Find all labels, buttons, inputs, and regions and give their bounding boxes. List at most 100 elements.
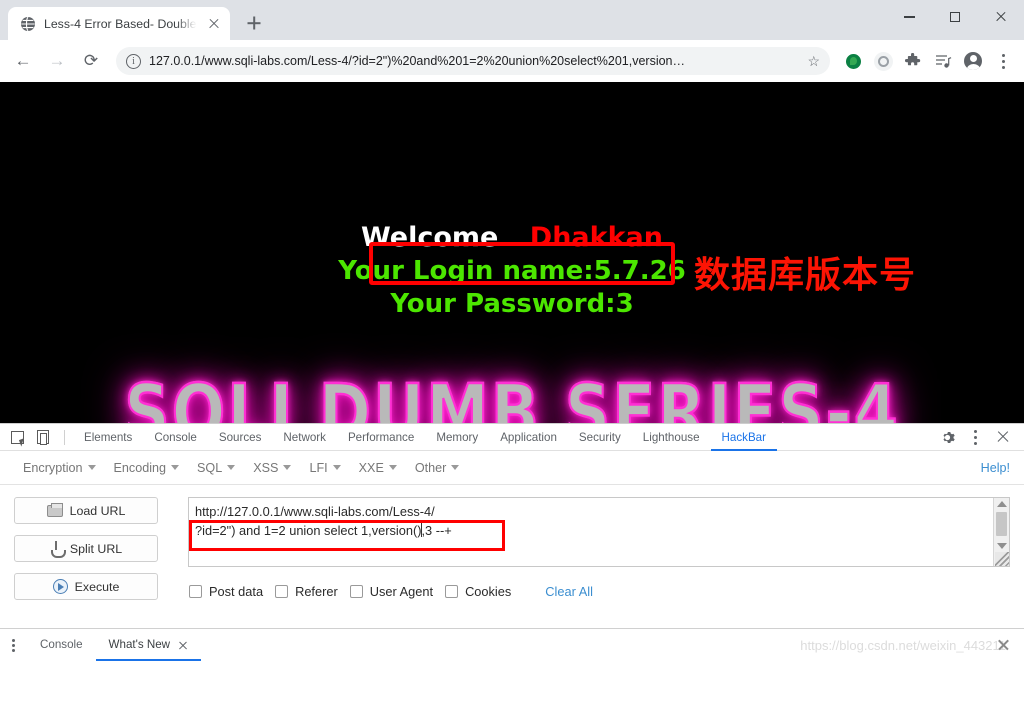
play-icon [52, 579, 68, 594]
textarea-scrollbar[interactable] [993, 498, 1009, 566]
checkbox[interactable] [189, 585, 202, 598]
devtools-tab-hackbar[interactable]: HackBar [711, 424, 777, 451]
hackbar-menu-other[interactable]: Other [406, 461, 469, 475]
chevron-down-icon [87, 465, 96, 470]
hackbar-action-buttons: Load URL Split URL Execute [14, 497, 158, 600]
checkbox[interactable] [445, 585, 459, 598]
devtools-tab-network[interactable]: Network [272, 424, 337, 451]
button-label: Execute [74, 579, 120, 594]
extension-circle-icon[interactable] [870, 48, 896, 74]
url-line-2-before-caret: ?id=2") and 1=2 union select 1,version() [195, 523, 422, 538]
hackbar-url-area: http://127.0.0.1/www.sqli-labs.com/Less-… [188, 497, 1010, 600]
puzzle-icon[interactable] [900, 48, 926, 74]
devtools-tab-lighthouse[interactable]: Lighthouse [632, 424, 711, 451]
menu-label: Encoding [113, 460, 167, 475]
drawer-tab-whats-new[interactable]: What's New [96, 629, 201, 661]
bookmark-star-icon[interactable]: ☆ [803, 53, 824, 70]
hackbar-menu-encryption[interactable]: Encryption [14, 461, 105, 475]
resize-grip-icon[interactable] [994, 552, 1009, 566]
devtools-tab-security[interactable]: Security [568, 424, 632, 451]
url-textarea[interactable]: http://127.0.0.1/www.sqli-labs.com/Less-… [188, 497, 1010, 567]
devtools-tab-sources[interactable]: Sources [208, 424, 273, 451]
scroll-up-icon[interactable] [996, 501, 1007, 507]
drawer-tab-close-icon[interactable] [178, 640, 188, 650]
menu-label: Encryption [23, 460, 83, 475]
drawer-tab-label: Console [40, 638, 83, 651]
devtools-tabbar: Elements Console Sources Network Perform… [0, 424, 1024, 451]
option-label: Post data [209, 584, 264, 599]
hackbar-menu-xxe[interactable]: XXE [350, 461, 406, 475]
hackbar-options-row: Post data Referer User Agent Cookies Cle… [188, 584, 1010, 599]
globe-icon [21, 16, 35, 31]
split-url-button[interactable]: Split URL [14, 535, 158, 562]
drawer-tab-label: What's New [108, 638, 171, 651]
execute-button[interactable]: Execute [14, 573, 158, 600]
device-toolbar-icon[interactable] [30, 425, 56, 449]
back-icon[interactable]: ← [8, 46, 38, 76]
divider [64, 429, 65, 445]
tab-close-icon[interactable] [206, 16, 222, 32]
devtools-panel: Elements Console Sources Network Perform… [0, 423, 1024, 661]
scrollbar-thumb[interactable] [996, 512, 1007, 536]
browser-chrome: Less-4 Error Based- DoubleQu ← → ⟳ i 127… [0, 0, 1024, 82]
url-line-2-after-caret: ,3 --+ [421, 523, 452, 538]
clear-all-link[interactable]: Clear All [545, 584, 593, 599]
devtools-tab-memory[interactable]: Memory [425, 424, 489, 451]
load-url-icon [46, 502, 63, 517]
hackbar-help-link[interactable]: Help! [981, 461, 1024, 475]
menu-label: XSS [253, 460, 279, 475]
button-label: Split URL [69, 541, 123, 556]
tab-title: Less-4 Error Based- DoubleQu [44, 16, 198, 31]
checkbox[interactable] [275, 585, 289, 598]
media-playlist-icon[interactable] [930, 48, 956, 74]
hackbar-panel: Encryption Encoding SQL XSS LFI XXE Othe… [0, 451, 1024, 661]
window-maximize-button[interactable] [932, 0, 978, 34]
url-text: 127.0.0.1/www.sqli-labs.com/Less-4/?id=2… [149, 54, 686, 68]
hackbar-menu-sql[interactable]: SQL [188, 461, 244, 475]
load-url-button[interactable]: Load URL [14, 497, 158, 524]
hackbar-menu-encoding[interactable]: Encoding [105, 461, 189, 475]
menu-label: LFI [309, 460, 328, 475]
option-referer[interactable]: Referer [275, 584, 338, 599]
forward-icon[interactable]: → [42, 46, 72, 76]
address-bar[interactable]: i 127.0.0.1/www.sqli-labs.com/Less-4/?id… [116, 47, 830, 75]
window-controls [886, 0, 1024, 34]
drawer-tab-console[interactable]: Console [27, 629, 96, 661]
devtools-drawer: Console What's New https://blog.csdn.net… [0, 628, 1024, 661]
devtools-tab-console[interactable]: Console [143, 424, 208, 451]
chinese-annotation-text: 数据库版本号 [694, 255, 917, 296]
option-post-data[interactable]: Post data [189, 584, 263, 599]
scroll-down-icon[interactable] [996, 543, 1007, 549]
hackbar-body: Load URL Split URL Execute http://127.0.… [0, 485, 1024, 600]
option-cookies[interactable]: Cookies [445, 584, 511, 599]
devtools-tab-elements[interactable]: Elements [73, 424, 143, 451]
drawer-more-icon[interactable] [12, 638, 15, 652]
extension-green-icon[interactable] [840, 48, 866, 74]
chevron-down-icon [227, 465, 236, 470]
hackbar-menu-xss[interactable]: XSS [244, 461, 300, 475]
window-close-button[interactable] [978, 0, 1024, 34]
devtools-tab-application[interactable]: Application [489, 424, 568, 451]
welcome-text: Welcome [360, 222, 499, 253]
checkbox[interactable] [349, 585, 363, 598]
window-minimize-button[interactable] [886, 0, 932, 34]
browser-menu-icon[interactable] [990, 48, 1016, 74]
option-user-agent[interactable]: User Agent [349, 584, 433, 599]
devtools-tab-performance[interactable]: Performance [337, 424, 425, 451]
reload-icon[interactable]: ⟳ [76, 46, 106, 76]
profile-avatar[interactable] [960, 48, 986, 74]
url-line-1: http://127.0.0.1/www.sqli-labs.com/Less-… [195, 504, 435, 519]
devtools-more-icon[interactable] [962, 425, 988, 449]
dhakkan-text: Dhakkan [529, 222, 663, 253]
devtools-close-icon[interactable] [990, 425, 1016, 449]
option-label: Referer [295, 584, 338, 599]
inspect-element-icon[interactable] [4, 425, 30, 449]
chevron-down-icon [171, 465, 180, 470]
new-tab-button[interactable] [240, 9, 268, 37]
hackbar-menu-lfi[interactable]: LFI [300, 461, 349, 475]
browser-tab[interactable]: Less-4 Error Based- DoubleQu [8, 7, 230, 40]
gear-icon[interactable] [934, 425, 960, 449]
chevron-down-icon [283, 465, 292, 470]
chevron-down-icon [451, 465, 460, 470]
site-info-icon[interactable]: i [126, 53, 141, 69]
